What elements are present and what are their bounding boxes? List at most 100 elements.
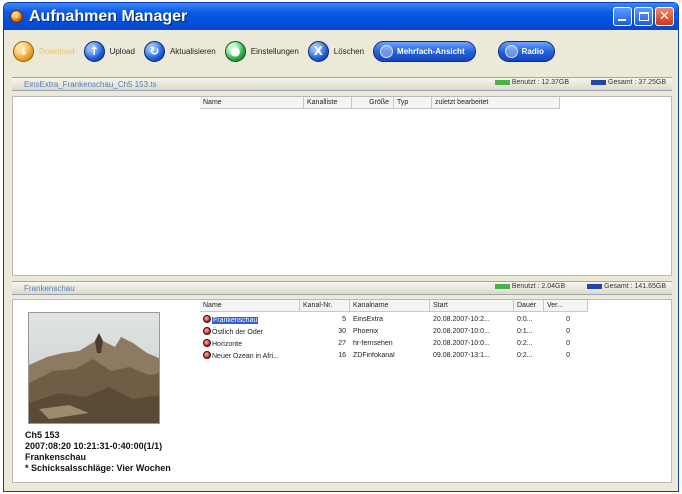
row-channel-no: 16: [338, 351, 346, 359]
col-last-edited[interactable]: zuletzt bearbeitet: [432, 97, 560, 109]
preview-thumbnail: [28, 312, 160, 424]
row-name-cell: Östlich der Oder: [200, 326, 300, 336]
top-used-stat: Benutzt : 12.37GB: [494, 79, 570, 86]
maximize-button[interactable]: [634, 7, 653, 26]
row-version: 0: [566, 315, 570, 323]
minimize-icon: [618, 19, 626, 21]
row-name: Neuer Ozean in Afri...: [212, 352, 279, 360]
row-name: Östlich der Oder: [212, 328, 263, 336]
col-name[interactable]: Name: [200, 97, 304, 109]
row-duration: 0:2...: [517, 339, 533, 347]
col-version[interactable]: Ver...: [544, 300, 588, 312]
delete-icon: X: [307, 40, 329, 62]
row-name: Horizonte: [212, 340, 242, 348]
bottom-section-title: Frankenschau: [24, 283, 75, 293]
record-icon: [203, 314, 211, 323]
used-swatch: [494, 284, 510, 289]
mountain-image: [29, 313, 159, 423]
row-channel-no: 30: [338, 327, 346, 335]
row-name: Frankenschau: [212, 316, 259, 324]
multiview-button[interactable]: Mehrfach-Ansicht: [373, 40, 476, 62]
row-channel-no: 27: [338, 339, 346, 347]
col-channel-no[interactable]: Kanal-Nr.: [300, 300, 350, 312]
table-row[interactable]: Östlich der Oder 30 Phoenix 20.08.2007-1…: [200, 325, 670, 337]
col-name[interactable]: Name: [200, 300, 300, 312]
recording-info: Ch5 153 2007:08:20 10:21:31-0:40:00(1/1)…: [25, 430, 171, 474]
row-version: 0: [566, 339, 570, 347]
row-duration: 0:2...: [517, 351, 533, 359]
row-channel-name: EinsExtra: [353, 315, 383, 323]
settings-icon: ●: [224, 40, 246, 62]
row-duration: 0:1...: [517, 327, 533, 335]
row-version: 0: [566, 351, 570, 359]
recordings-list-top[interactable]: Name Kanalliste Größe Typ zuletzt bearbe…: [12, 96, 672, 276]
row-version: 0: [566, 327, 570, 335]
recordings-list-bottom[interactable]: Ch5 153 2007:08:20 10:21:31-0:40:00(1/1)…: [12, 299, 672, 483]
download-button[interactable]: ↓ Download: [13, 40, 75, 62]
row-name-cell: Horizonte: [200, 338, 300, 348]
top-total-label: Gesamt : 37.25GB: [608, 79, 666, 86]
app-window: Aufnahmen Manager ✕ ↓ Download ↑ Upload …: [3, 2, 679, 492]
col-type[interactable]: Typ: [394, 97, 432, 109]
settings-button[interactable]: ● Einstellungen: [224, 40, 299, 62]
bottom-storage-stats: Benutzt : 2.04GB Gesamt : 141.65GB: [473, 283, 666, 290]
record-icon: [203, 350, 211, 359]
radio-label: Radio: [521, 46, 544, 56]
bottom-used-stat: Benutzt : 2.04GB: [494, 283, 565, 290]
table-row[interactable]: Horizonte 27 hr-fernsehen 20.08.2007-10:…: [200, 337, 670, 349]
row-channel-no: 5: [342, 315, 346, 323]
info-description: * Schicksalsschläge: Vier Wochen: [25, 463, 171, 473]
total-swatch: [587, 284, 603, 289]
table-row[interactable]: Neuer Ozean in Afri... 16 ZDFinfokanal 0…: [200, 349, 670, 361]
window-title: Aufnahmen Manager: [29, 7, 188, 25]
download-icon: ↓: [13, 40, 34, 62]
col-duration[interactable]: Dauer: [514, 300, 544, 312]
info-title: Frankenschau: [25, 452, 87, 462]
multiview-label: Mehrfach-Ansicht: [397, 46, 465, 56]
top-used-label: Benutzt : 12.37GB: [511, 79, 570, 86]
col-channel-list[interactable]: Kanalliste: [304, 97, 352, 109]
title-bar[interactable]: Aufnahmen Manager ✕: [4, 3, 678, 30]
record-icon: [203, 326, 211, 335]
radio-button[interactable]: Radio: [497, 40, 555, 62]
row-start: 20.08.2007-10:2...: [433, 315, 490, 323]
bottom-total-label: Gesamt : 141.65GB: [604, 283, 666, 290]
row-name-cell: Frankenschau: [200, 314, 300, 324]
record-icon: [203, 338, 211, 347]
used-swatch: [494, 80, 510, 85]
row-start: 20.08.2007-10:0...: [433, 339, 490, 347]
top-section-header: EinsExtra_Frankenschau_Ch5 153.ts Benutz…: [12, 77, 672, 91]
top-list-header: Name Kanalliste Größe Typ zuletzt bearbe…: [200, 97, 560, 109]
delete-button[interactable]: X Löschen: [307, 40, 364, 62]
close-icon: ✕: [659, 9, 670, 24]
col-size[interactable]: Größe: [352, 97, 394, 109]
row-start: 09.08.2007-13:1...: [433, 351, 490, 359]
bottom-section-header: Frankenschau Benutzt : 2.04GB Gesamt : 1…: [12, 281, 672, 295]
settings-label: Einstellungen: [250, 46, 299, 56]
row-duration: 0:0...: [517, 315, 533, 323]
refresh-button[interactable]: ↻ Aktualisieren: [143, 40, 216, 62]
toolbar: ↓ Download ↑ Upload ↻ Aktualisieren ● Ei…: [4, 34, 678, 68]
upload-button[interactable]: ↑ Upload: [83, 40, 135, 62]
total-swatch: [591, 80, 607, 85]
col-channel-name[interactable]: Kanalname: [350, 300, 430, 312]
upload-icon: ↑: [83, 40, 105, 62]
minimize-button[interactable]: [613, 7, 632, 26]
refresh-label: Aktualisieren: [169, 46, 216, 56]
refresh-icon: ↻: [143, 40, 165, 62]
info-datetime: 2007:08:20 10:21:31-0:40:00(1/1): [25, 441, 163, 451]
radio-icon: [504, 44, 518, 58]
close-button[interactable]: ✕: [655, 7, 674, 26]
top-section-title: EinsExtra_Frankenschau_Ch5 153.ts: [24, 79, 157, 89]
top-total-stat: Gesamt : 37.25GB: [591, 79, 666, 86]
row-name-cell: Neuer Ozean in Afri...: [200, 350, 300, 360]
table-row[interactable]: Frankenschau 5 EinsExtra 20.08.2007-10:2…: [200, 313, 670, 325]
row-channel-name: ZDFinfokanal: [353, 351, 395, 359]
maximize-icon: [639, 12, 649, 21]
row-channel-name: hr-fernsehen: [353, 339, 393, 347]
info-channel: Ch5 153: [25, 430, 60, 440]
col-start[interactable]: Start: [430, 300, 514, 312]
app-icon: [10, 10, 23, 23]
multiview-icon: [380, 44, 394, 58]
window-controls: ✕: [613, 7, 674, 26]
